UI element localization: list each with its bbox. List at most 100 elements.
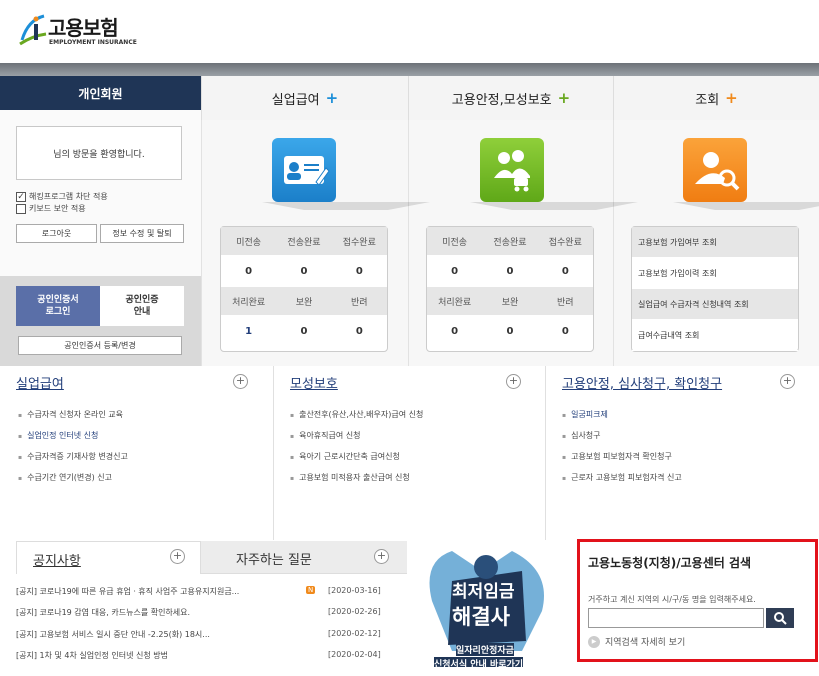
status-count[interactable]: 0	[427, 266, 482, 277]
notice-row[interactable]: [공지] 코로나19 감염 대응, 카드뉴스를 확인하세요. [2020-02-2…	[16, 607, 406, 618]
region-search-detail-link[interactable]: ▶ 지역검색 자세히 보기	[588, 635, 685, 648]
status-count[interactable]: 0	[538, 326, 593, 337]
section-title-maternity[interactable]: 모성보호	[290, 373, 338, 392]
notice-more-plus-icon[interactable]: +	[170, 549, 185, 564]
family-icon	[494, 150, 530, 192]
list-item[interactable]: 육아휴직급여 신청	[290, 430, 423, 451]
logout-button[interactable]: 로그아웃	[16, 224, 97, 243]
minimum-wage-banner[interactable]: 최저임금 해결사 일자리안정자금 신청서식 안내 바로가기	[422, 541, 552, 667]
banner-line3: 일자리안정자금	[456, 643, 514, 656]
cert-login-line1: 공인인증서	[37, 295, 79, 305]
list-item[interactable]: 수급기간 연기(변경) 신고	[18, 472, 128, 493]
list-item[interactable]: 수급자격증 기재사항 변경신고	[18, 451, 128, 472]
tab-unemployment-benefit[interactable]: 실업급여 +	[201, 76, 408, 120]
lookup-item[interactable]: 고용보험 가입이력 조회	[632, 258, 798, 289]
keyboard-security-label: 키보드 보안 적용	[29, 204, 86, 213]
plus-icon: +	[725, 89, 738, 107]
status-count[interactable]: 0	[332, 266, 387, 277]
maternity-tile[interactable]	[470, 138, 638, 210]
search-button[interactable]	[766, 608, 794, 628]
status-count[interactable]: 0	[538, 266, 593, 277]
more-plus-icon[interactable]: +	[233, 374, 248, 389]
notice-row[interactable]: [공지] 1차 및 4차 실업인정 인터넷 신청 방법 [2020-02-04]	[16, 650, 406, 661]
tab-personal-member[interactable]: 개인회원	[0, 76, 201, 116]
notice-title[interactable]: [공지] 고용보험 서비스 일시 중단 안내 -2.25(화) 18시...	[16, 630, 210, 639]
logo-text: 고용보험	[48, 16, 119, 40]
tab-employment-maternity[interactable]: 고용안정,모성보호 +	[408, 76, 613, 120]
id-card-icon	[284, 156, 330, 186]
faq-more-plus-icon[interactable]: +	[374, 549, 389, 564]
section-title-unemployment[interactable]: 실업급여	[16, 373, 64, 392]
list-item[interactable]: 고용보험 미적용자 출산급여 신청	[290, 472, 423, 493]
search-description: 거주하고 계신 지역의 시/구/동 명을 입력해주세요.	[588, 595, 756, 604]
stability-links: 일굼피크제 심사청구 고용보험 피보험자격 확인청구 근로자 고용보험 피보험자…	[562, 409, 682, 493]
top-divider-bar	[0, 63, 819, 76]
maternity-links: 출산전후(유산,사산,배우자)급여 신청 육아휴직급여 신청 육아기 근로시간단…	[290, 409, 423, 493]
lookup-item[interactable]: 실업급여 수급자격 신청내역 조회	[632, 289, 798, 320]
cert-login-button[interactable]: 공인인증서로그인	[16, 286, 100, 326]
list-item[interactable]: 근로자 고용보험 피보험자격 신고	[562, 472, 682, 493]
more-plus-icon[interactable]: +	[506, 374, 521, 389]
status-count[interactable]: 0	[427, 326, 482, 337]
hacking-block-label: 해킹프로그램 차단 적용	[29, 192, 108, 201]
checkbox-empty-icon	[16, 203, 26, 214]
cert-register-button[interactable]: 공인인증서 등록/변경	[18, 336, 182, 355]
status-header: 처리완료	[232, 297, 266, 308]
cert-guide-line1: 공인인증	[125, 295, 159, 305]
status-header: 전송완료	[287, 237, 321, 248]
notice-row[interactable]: [공지] 코로나19에 따른 유급 휴업ㆍ휴직 사업주 고용유지지원금... N […	[16, 586, 406, 597]
list-item[interactable]: 고용보험 피보험자격 확인청구	[562, 451, 682, 472]
hacking-block-checkbox[interactable]: ✓ 해킹프로그램 차단 적용	[16, 191, 108, 202]
tab-lookup[interactable]: 조회 +	[613, 76, 819, 120]
status-header: 접수완료	[548, 237, 582, 248]
lookup-item[interactable]: 급여수급내역 조회	[632, 320, 798, 351]
status-count[interactable]: 0	[221, 266, 276, 277]
status-count[interactable]: 1	[221, 326, 276, 337]
more-plus-icon[interactable]: +	[780, 374, 795, 389]
list-item[interactable]: 수급자격 신청자 온라인 교육	[18, 409, 128, 430]
cert-login-line2: 로그인	[45, 307, 71, 317]
status-count[interactable]: 0	[332, 326, 387, 337]
region-search-input[interactable]	[588, 608, 764, 628]
section-title-stability[interactable]: 고용안정, 심사청구, 확인청구	[562, 373, 722, 392]
list-item[interactable]: 출산전후(유산,사산,배우자)급여 신청	[290, 409, 423, 430]
cert-guide-button[interactable]: 공인인증안내	[100, 286, 184, 326]
plus-icon: +	[325, 89, 339, 107]
edit-profile-button[interactable]: 정보 수정 및 탈퇴	[100, 224, 184, 243]
logo[interactable]: 고용보험 EMPLOYMENT INSURANCE	[18, 8, 148, 50]
status-header: 반려	[351, 297, 368, 308]
notice-title[interactable]: [공지] 1차 및 4차 실업인정 인터넷 신청 방법	[16, 651, 168, 660]
logo-mark-icon	[19, 14, 47, 46]
list-item[interactable]: 육아기 근로시간단축 급여신청	[290, 451, 423, 472]
user-search-icon	[695, 152, 740, 191]
status-count[interactable]: 0	[276, 326, 331, 337]
lookup-tile[interactable]	[673, 138, 819, 210]
status-header: 반려	[557, 297, 574, 308]
detail-link-label: 지역검색 자세히 보기	[605, 638, 686, 648]
status-header: 보완	[295, 297, 313, 308]
status-header: 미전송	[442, 237, 468, 248]
search-icon	[774, 612, 787, 625]
tab-label: 고용안정,모성보호	[451, 92, 552, 108]
tab-label: 실업급여	[271, 92, 320, 108]
banner-line1: 최저임금	[452, 582, 515, 602]
status-header: 보완	[501, 297, 519, 308]
keyboard-security-checkbox[interactable]: 키보드 보안 적용	[16, 203, 86, 214]
notice-title[interactable]: [공지] 코로나19에 따른 유급 휴업ㆍ휴직 사업주 고용유지지원금...	[16, 587, 239, 596]
arrow-right-icon: ▶	[588, 635, 600, 648]
lookup-list: 고용보험 가입여부 조회 고용보험 가입이력 조회 실업급여 수급자격 신청내역…	[631, 226, 799, 352]
status-count[interactable]: 0	[276, 266, 331, 277]
list-item[interactable]: 실업인정 인터넷 신청	[18, 430, 128, 451]
status-header: 처리완료	[438, 297, 472, 308]
list-item[interactable]: 일굼피크제	[562, 409, 682, 430]
status-count[interactable]: 0	[482, 266, 537, 277]
unemployment-tile[interactable]	[262, 138, 430, 210]
list-item[interactable]: 심사청구	[562, 430, 682, 451]
status-count[interactable]: 0	[482, 326, 537, 337]
notice-title[interactable]: [공지] 코로나19 감염 대응, 카드뉴스를 확인하세요.	[16, 608, 190, 617]
banner-line4: 신청서식 안내 바로가기	[434, 657, 524, 667]
cert-guide-line2: 안내	[133, 307, 151, 317]
notice-row[interactable]: [공지] 고용보험 서비스 일시 중단 안내 -2.25(화) 18시... [2…	[16, 629, 406, 640]
status-header: 접수완료	[342, 237, 376, 248]
lookup-item[interactable]: 고용보험 가입여부 조회	[632, 227, 798, 258]
